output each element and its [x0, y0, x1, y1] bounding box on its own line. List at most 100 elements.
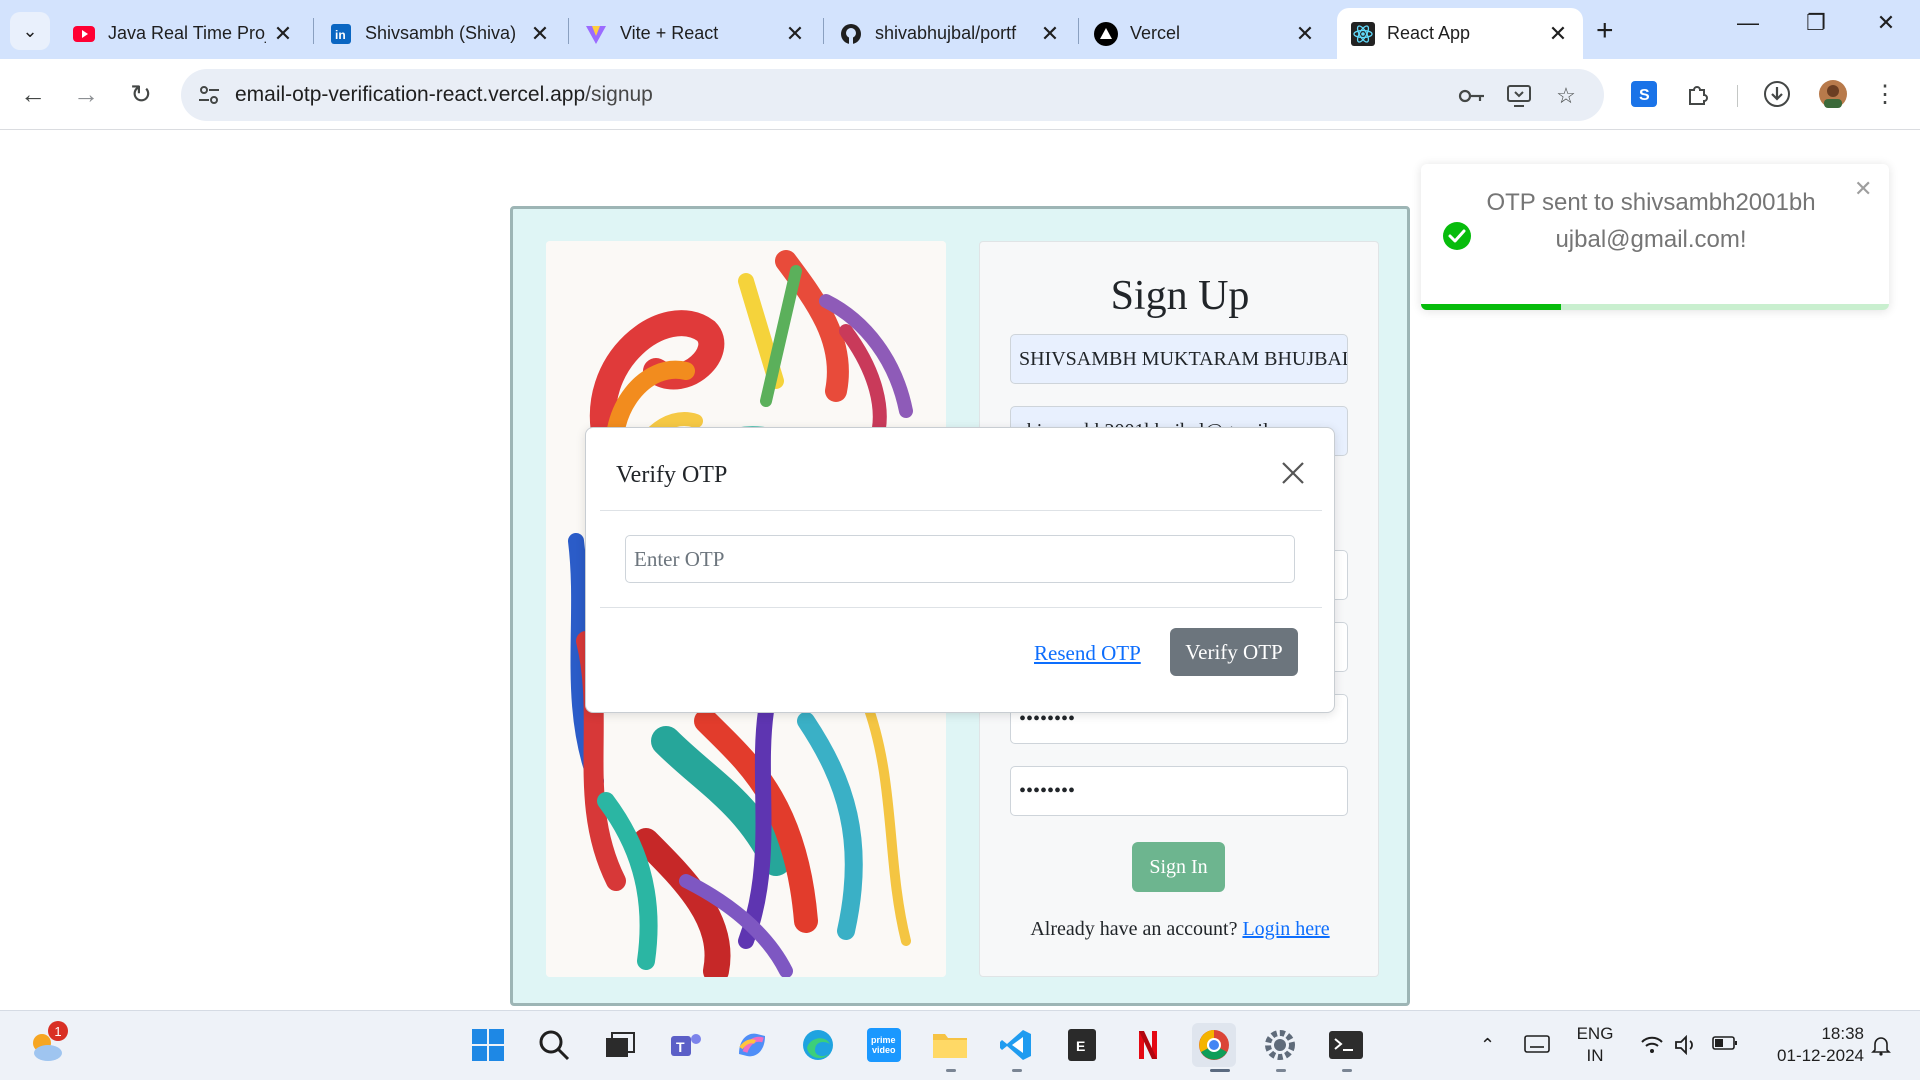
bookmark-star-icon[interactable]: ☆	[1551, 81, 1581, 111]
close-tab-icon[interactable]: ✕	[272, 21, 294, 47]
form-title: Sign Up	[1110, 273, 1250, 319]
modal-divider	[600, 510, 1322, 511]
tab-5[interactable]: Vercel ✕	[1080, 8, 1330, 59]
confirm-password-field[interactable]: ••••••••	[1010, 766, 1348, 816]
teams-icon: T	[671, 1034, 701, 1056]
running-indicator	[1012, 1069, 1022, 1072]
close-toast-icon[interactable]: ✕	[1854, 176, 1872, 202]
resend-otp-link[interactable]: Resend OTP	[1034, 641, 1141, 666]
key-icon[interactable]	[1457, 81, 1487, 111]
success-toast: OTP sent to shivsambh2001bhujbal@gmail.c…	[1421, 164, 1889, 310]
restore-button[interactable]: ❐	[1786, 10, 1846, 36]
keyboard-icon[interactable]	[1524, 1035, 1550, 1058]
search-button[interactable]	[532, 1023, 576, 1067]
volume-icon[interactable]	[1674, 1034, 1698, 1060]
chevron-up-icon[interactable]: ⌃	[1480, 1035, 1495, 1056]
taskbar: 1 T prime video E ⌃ ENG IN 18:38 01-12-2…	[0, 1010, 1920, 1080]
url-text[interactable]: email-otp-verification-react.vercel.app/…	[235, 83, 653, 107]
running-indicator	[946, 1069, 956, 1072]
url-host: email-otp-verification-react.vercel.app	[235, 83, 586, 106]
copilot-icon	[739, 1033, 765, 1057]
back-button[interactable]: ←	[14, 75, 52, 113]
modal-divider	[600, 607, 1322, 608]
chevron-down-icon: ⌄	[22, 20, 38, 41]
wifi-icon[interactable]	[1640, 1035, 1664, 1060]
extensions-puzzle-icon[interactable]	[1679, 75, 1717, 113]
language-code: ENG	[1576, 1024, 1614, 1043]
sign-in-button[interactable]: Sign In	[1132, 842, 1225, 892]
tab-search-button[interactable]: ⌄	[10, 12, 50, 50]
gear-icon	[1265, 1030, 1295, 1060]
verify-otp-button[interactable]: Verify OTP	[1170, 628, 1298, 676]
new-tab-button[interactable]: +	[1596, 14, 1614, 48]
modal-title: Verify OTP	[616, 462, 728, 488]
copilot-app[interactable]	[730, 1023, 774, 1067]
site-info-icon[interactable]	[197, 83, 221, 107]
close-tab-icon[interactable]: ✕	[784, 21, 806, 47]
tab-active[interactable]: React App ✕	[1337, 8, 1583, 59]
minimize-button[interactable]: —	[1718, 10, 1778, 36]
close-tab-icon[interactable]: ✕	[1039, 21, 1061, 47]
url-path: /signup	[585, 83, 653, 106]
close-window-button[interactable]: ✕	[1856, 10, 1916, 36]
toast-message: OTP sent to shivsambh2001bhujbal@gmail.c…	[1486, 189, 1816, 253]
teams-app[interactable]: T	[664, 1023, 708, 1067]
react-icon	[1351, 21, 1375, 46]
epic-games-icon: E	[1068, 1029, 1096, 1061]
clock[interactable]: 18:38 01-12-2024	[1754, 1023, 1864, 1067]
close-icon[interactable]	[1278, 458, 1308, 488]
edge-app[interactable]	[796, 1023, 840, 1067]
toast-progress-bar	[1421, 304, 1562, 310]
task-view-icon	[606, 1032, 635, 1057]
profile-avatar[interactable]	[1814, 75, 1852, 113]
tab-title: React App	[1387, 23, 1471, 43]
terminal-app[interactable]	[1324, 1023, 1368, 1067]
tab-3[interactable]: Vite + React ✕	[570, 8, 820, 59]
linkedin-icon: in	[329, 22, 353, 46]
close-tab-icon[interactable]: ✕	[529, 21, 551, 47]
vite-icon	[584, 22, 608, 46]
weather-widget[interactable]: 1	[26, 1021, 70, 1069]
downloads-icon[interactable]	[1758, 75, 1796, 113]
tab-divider	[568, 18, 569, 44]
vercel-icon	[1094, 21, 1118, 46]
close-tab-icon[interactable]: ✕	[1547, 21, 1569, 47]
notifications-icon[interactable]	[1870, 1035, 1892, 1062]
toolbar-divider	[1737, 85, 1738, 107]
language-indicator[interactable]: ENG IN	[1570, 1023, 1620, 1067]
vscode-app[interactable]	[994, 1023, 1038, 1067]
chrome-app[interactable]	[1192, 1023, 1236, 1067]
tab-divider	[823, 18, 824, 44]
login-prompt-text: Already have an account?	[1030, 918, 1238, 940]
prime-video-app[interactable]: prime video	[862, 1023, 906, 1067]
extension-s-icon[interactable]: S	[1625, 75, 1663, 113]
tab-2[interactable]: in Shivsambh (Shiva) ✕	[315, 8, 565, 59]
name-field[interactable]: SHIVSAMBH MUKTARAM BHUJBAL	[1010, 334, 1348, 384]
otp-input[interactable]: Enter OTP	[625, 535, 1295, 583]
tab-1[interactable]: Java Real Time Proj ✕	[58, 8, 308, 59]
reload-button[interactable]: ↻	[122, 75, 160, 113]
forward-button[interactable]: →	[67, 75, 105, 113]
battery-icon[interactable]	[1712, 1035, 1738, 1056]
start-button[interactable]	[466, 1023, 510, 1067]
chrome-icon	[1199, 1030, 1229, 1060]
windows-icon	[472, 1029, 504, 1061]
tab-4[interactable]: shivabhujbal/portf ✕	[825, 8, 1075, 59]
svg-text:T: T	[676, 1039, 685, 1055]
login-link[interactable]: Login here	[1242, 918, 1329, 940]
epic-games-app[interactable]: E	[1060, 1023, 1104, 1067]
settings-app[interactable]	[1258, 1023, 1302, 1067]
install-app-icon[interactable]	[1504, 81, 1534, 111]
task-view-button[interactable]	[598, 1023, 642, 1067]
svg-text:E: E	[1076, 1038, 1085, 1054]
file-explorer-app[interactable]	[928, 1023, 972, 1067]
address-bar[interactable]: email-otp-verification-react.vercel.app/…	[181, 69, 1604, 121]
github-icon	[839, 22, 863, 46]
svg-text:in: in	[335, 28, 346, 42]
close-tab-icon[interactable]: ✕	[1294, 21, 1316, 47]
tab-title: Java Real Time Proj	[108, 23, 266, 43]
check-circle-icon	[1443, 222, 1471, 250]
menu-kebab-icon[interactable]: ⋮	[1866, 75, 1904, 113]
running-indicator	[1210, 1069, 1230, 1072]
netflix-app[interactable]	[1126, 1023, 1170, 1067]
